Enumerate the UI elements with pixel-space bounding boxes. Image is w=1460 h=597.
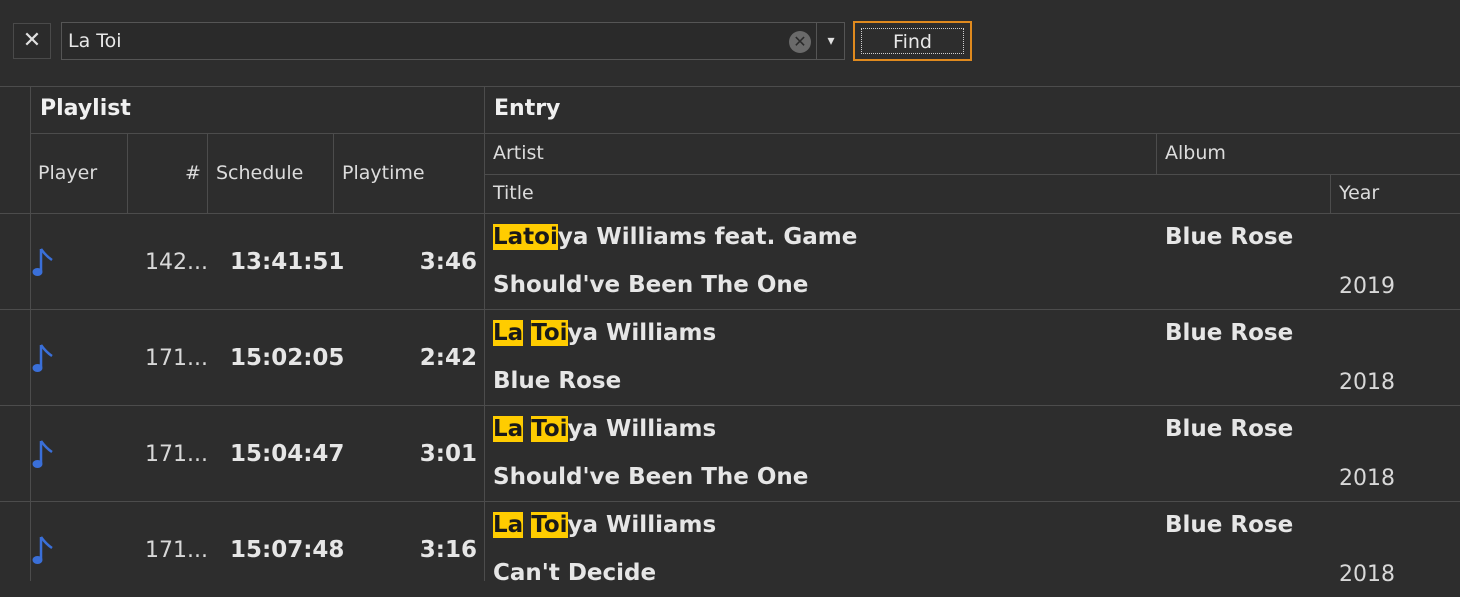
header-number[interactable]: # <box>185 162 201 184</box>
row-year: 2018 <box>1339 562 1395 587</box>
close-search-button[interactable]: ✕ <box>13 23 51 59</box>
row-playtime: 3:46 <box>419 249 477 275</box>
row-number: 171... <box>145 538 208 563</box>
row-album: Blue Rose <box>1165 416 1294 442</box>
search-match-highlight: Toi <box>531 512 568 538</box>
search-match-highlight: La <box>493 320 524 346</box>
table-row[interactable]: 171... 15:04:47 3:01 La Toiya Williams Blue … <box>0 406 1460 501</box>
search-match-highlight: La <box>493 512 524 538</box>
header-playlist-group[interactable]: Playlist <box>40 96 131 121</box>
music-note-icon <box>32 534 54 568</box>
clear-search-icon[interactable]: ✕ <box>789 31 811 53</box>
find-button[interactable]: Find <box>853 21 972 61</box>
search-toolbar: ✕ ✕ ▾ Find <box>0 0 1460 86</box>
table-row[interactable]: 142... 13:41:51 3:46 Latoiya Williams feat.… <box>0 214 1460 309</box>
row-artist: La Toiya Williams <box>493 320 716 346</box>
search-match-highlight: La <box>493 416 524 442</box>
header-entry-group[interactable]: Entry <box>494 96 560 121</box>
artist-text: ya Williams <box>567 512 717 538</box>
search-match-highlight: Toi <box>531 416 568 442</box>
row-number: 142... <box>145 250 208 275</box>
row-artist: Latoiya Williams feat. Game <box>493 224 857 250</box>
row-playtime: 3:16 <box>419 537 477 563</box>
chevron-down-icon[interactable]: ▾ <box>816 23 845 59</box>
row-playtime: 2:42 <box>419 345 477 371</box>
header-album[interactable]: Album <box>1165 142 1226 164</box>
row-album: Blue Rose <box>1165 512 1294 538</box>
search-match-highlight: Latoi <box>493 224 558 250</box>
row-number: 171... <box>145 346 208 371</box>
row-playtime: 3:01 <box>419 441 477 467</box>
row-artist: La Toiya Williams <box>493 416 716 442</box>
search-match-highlight: Toi <box>531 320 568 346</box>
row-year: 2018 <box>1339 466 1395 491</box>
row-title: Can't Decide <box>493 560 657 586</box>
artist-text <box>523 512 531 538</box>
artist-text: ya Williams feat. Game <box>557 224 858 250</box>
find-button-label: Find <box>861 28 964 54</box>
row-year: 2019 <box>1339 274 1395 299</box>
header-year[interactable]: Year <box>1339 182 1379 204</box>
header-title[interactable]: Title <box>493 182 534 204</box>
row-title: Should've Been The One <box>493 464 809 490</box>
row-schedule: 13:41:51 <box>230 249 345 275</box>
row-schedule: 15:07:48 <box>230 537 345 563</box>
search-combobox[interactable]: ✕ ▾ <box>61 22 845 60</box>
header-player[interactable]: Player <box>38 162 97 184</box>
row-title: Should've Been The One <box>493 272 809 298</box>
artist-text <box>523 320 531 346</box>
search-input[interactable] <box>68 23 778 59</box>
music-note-icon <box>32 246 54 280</box>
artist-text <box>523 416 531 442</box>
row-title: Blue Rose <box>493 368 622 394</box>
row-schedule: 15:02:05 <box>230 345 345 371</box>
artist-text: ya Williams <box>567 320 717 346</box>
table-row[interactable]: 171... 15:02:05 2:42 La Toiya Williams Blue … <box>0 310 1460 405</box>
table-row[interactable]: 171... 15:07:48 3:16 La Toiya Williams Blue … <box>0 502 1460 597</box>
header-playtime[interactable]: Playtime <box>342 162 425 184</box>
music-note-icon <box>32 438 54 472</box>
row-year: 2018 <box>1339 370 1395 395</box>
row-album: Blue Rose <box>1165 224 1294 250</box>
artist-text: ya Williams <box>567 416 717 442</box>
header-schedule[interactable]: Schedule <box>216 162 303 184</box>
row-schedule: 15:04:47 <box>230 441 345 467</box>
row-album: Blue Rose <box>1165 320 1294 346</box>
header-artist[interactable]: Artist <box>493 142 544 164</box>
results-grid: Playlist Entry Player # Schedule Playtim… <box>0 86 1460 587</box>
music-note-icon <box>32 342 54 376</box>
row-artist: La Toiya Williams <box>493 512 716 538</box>
row-number: 171... <box>145 442 208 467</box>
